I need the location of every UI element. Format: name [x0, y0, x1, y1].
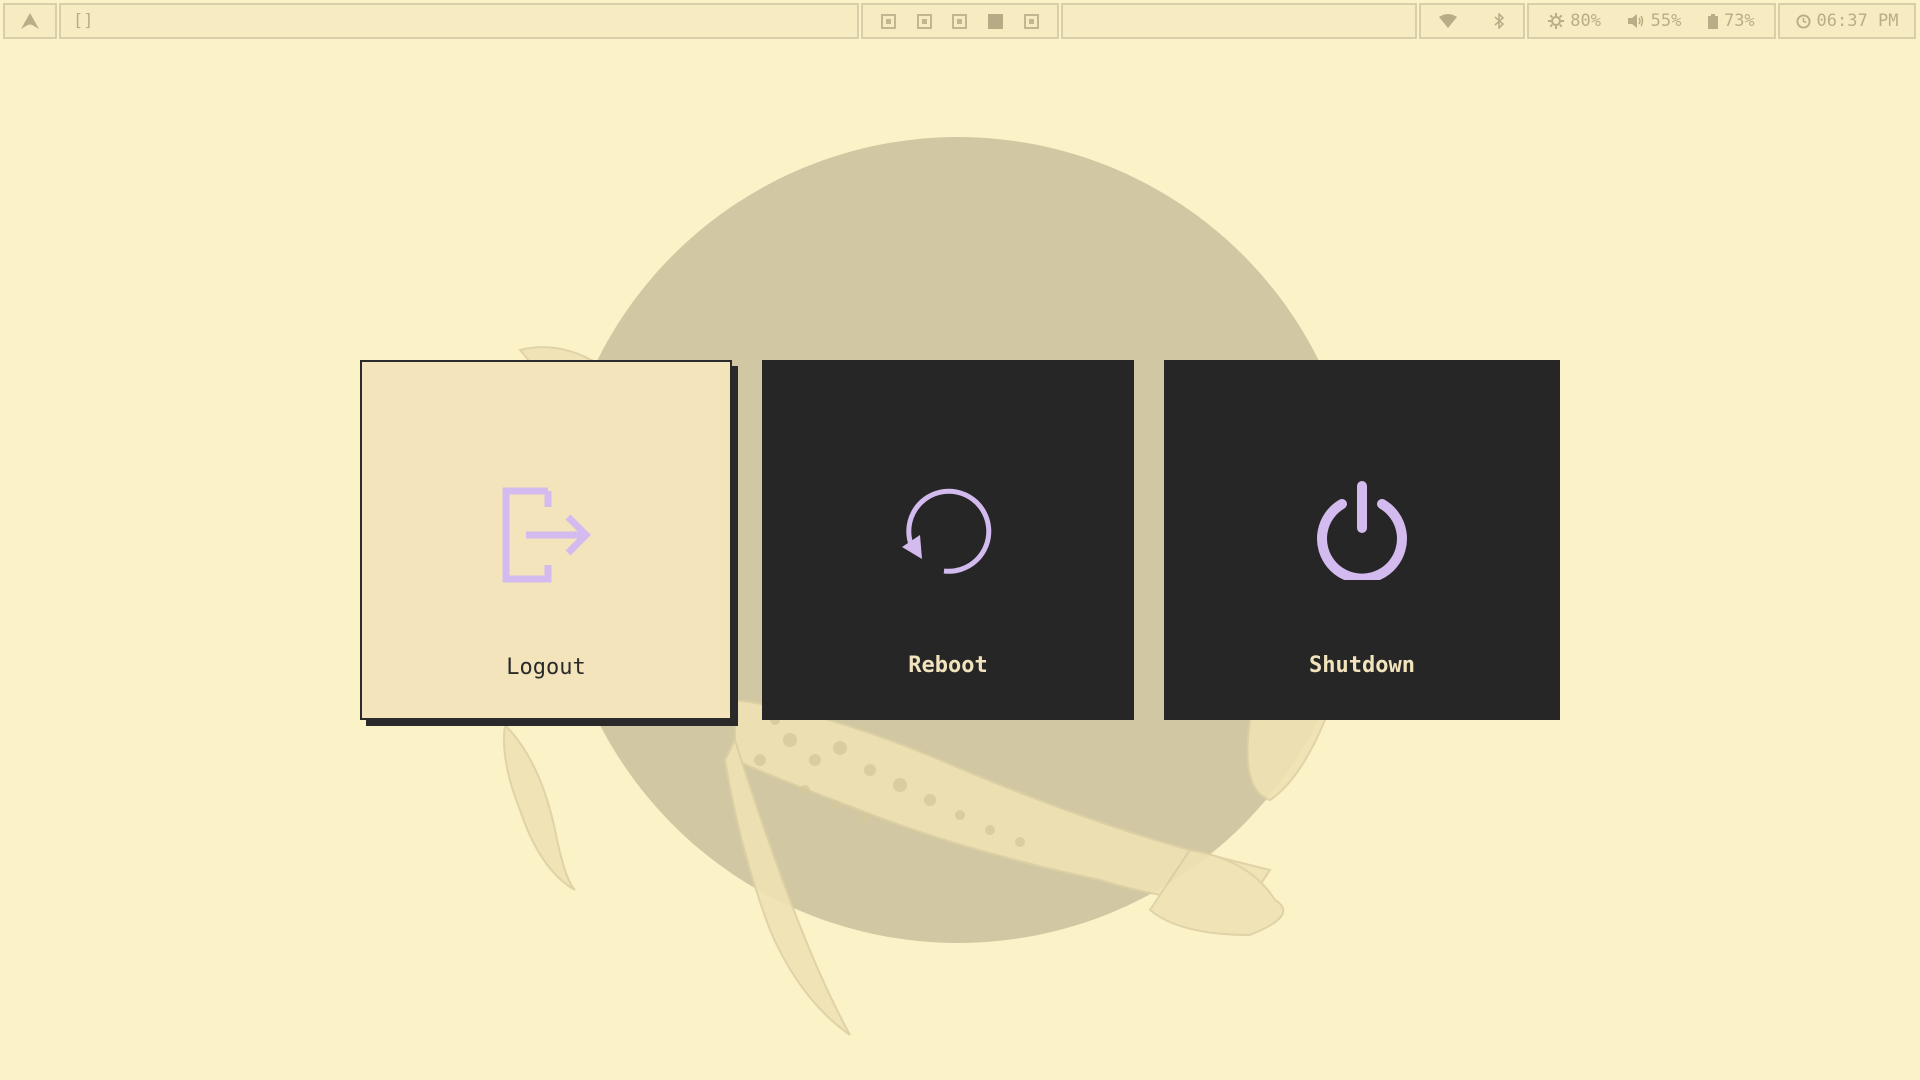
reboot-icon [902, 488, 992, 574]
logout-icon [502, 487, 591, 583]
logout-button[interactable]: Logout [360, 360, 732, 720]
reboot-label: Reboot [908, 653, 988, 678]
shutdown-button[interactable]: Shutdown [1164, 360, 1560, 720]
logout-label: Logout [506, 655, 586, 680]
shutdown-label: Shutdown [1309, 653, 1415, 678]
power-icon [1317, 481, 1407, 580]
reboot-button[interactable]: Reboot [762, 360, 1134, 720]
